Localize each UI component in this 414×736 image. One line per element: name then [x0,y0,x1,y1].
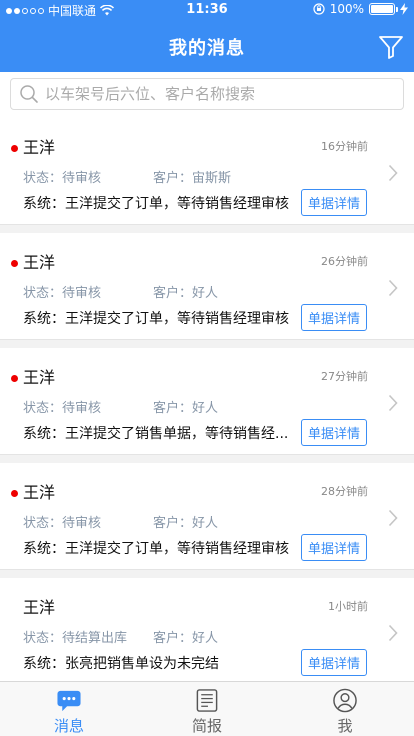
chevron-right-icon [388,164,398,182]
message-system-text: 系统：王洋提交了订单，等待销售经理审核 [23,196,289,212]
unread-dot-icon [11,260,18,267]
orientation-lock-icon [313,3,325,15]
report-icon [196,689,218,712]
tab-label: 简报 [191,717,222,735]
message-time: 28分钟前 [321,485,368,498]
charging-icon [400,3,408,15]
message-customer: 客户：好人 [153,401,219,416]
tab-label: 我 [337,717,353,735]
search-input[interactable] [45,85,385,103]
message-status: 状态：待审核 [23,401,102,416]
order-detail-button[interactable]: 单据详情 [301,189,367,216]
profile-icon [333,688,357,713]
message-customer: 客户：宙斯斯 [153,171,232,186]
search-box[interactable] [10,78,404,110]
chevron-right-icon [388,624,398,642]
message-item[interactable]: 王洋 1小时前 状态：待结算出库 客户：好人 系统：张亮把销售单设为未完结 单据… [0,578,414,681]
tab-bar: 消息 简报 我 [0,681,414,736]
message-system-text: 系统：王洋提交了销售单据，等待销售经... [23,426,289,442]
message-status: 状态：待结算出库 [23,631,128,646]
chevron-right-icon [388,509,398,527]
message-customer: 客户：好人 [153,516,219,531]
unread-dot-icon [11,490,18,497]
message-system-text: 系统：张亮把销售单设为未完结 [23,656,219,672]
message-customer: 客户：好人 [153,631,219,646]
message-status: 状态：待审核 [23,171,102,186]
message-item[interactable]: 王洋 27分钟前 状态：待审核 客户：好人 系统：王洋提交了销售单据，等待销售经… [0,348,414,455]
tab-me[interactable]: 我 [276,682,414,736]
message-system-text: 系统：王洋提交了订单，等待销售经理审核 [23,311,289,327]
order-detail-button[interactable]: 单据详情 [301,534,367,561]
message-item[interactable]: 王洋 16分钟前 状态：待审核 客户：宙斯斯 系统：王洋提交了订单，等待销售经理… [0,118,414,225]
message-status: 状态：待审核 [23,286,102,301]
status-right: 100% [313,2,408,16]
chevron-right-icon [388,394,398,412]
message-item[interactable]: 王洋 26分钟前 状态：待审核 客户：好人 系统：王洋提交了订单，等待销售经理审… [0,233,414,340]
unread-dot-icon [11,375,18,382]
unread-dot-icon [11,145,18,152]
filter-icon [379,36,403,59]
message-sender: 王洋 [23,253,56,272]
search-bar [0,72,414,118]
message-meta: 状态：待审核 客户：好人 [23,512,218,531]
message-sender: 王洋 [23,598,56,617]
page-title: 我的消息 [169,38,245,59]
message-list[interactable]: 王洋 16分钟前 状态：待审核 客户：宙斯斯 系统：王洋提交了订单，等待销售经理… [0,118,414,681]
message-sender: 王洋 [23,138,56,157]
order-detail-button[interactable]: 单据详情 [301,304,367,331]
chevron-right-icon [388,279,398,297]
message-meta: 状态：待审核 客户：好人 [23,397,218,416]
status-bar: 中国联通 11:36 100% [0,0,414,20]
message-time: 26分钟前 [321,255,368,268]
message-meta: 状态：待审核 客户：好人 [23,282,218,301]
message-system-text: 系统：王洋提交了订单，等待销售经理审核 [23,541,289,557]
order-detail-button[interactable]: 单据详情 [301,419,367,446]
nav-bar: 我的消息 [0,20,414,72]
order-detail-button[interactable]: 单据详情 [301,649,367,676]
message-time: 16分钟前 [321,140,368,153]
message-sender: 王洋 [23,368,56,387]
message-meta: 状态：待审核 客户：宙斯斯 [23,167,231,186]
message-status: 状态：待审核 [23,516,102,531]
message-meta: 状态：待结算出库 客户：好人 [23,627,218,646]
message-time: 1小时前 [328,600,368,613]
message-time: 27分钟前 [321,370,368,383]
tab-label: 消息 [53,717,84,735]
message-customer: 客户：好人 [153,286,219,301]
search-icon [20,85,38,103]
message-item[interactable]: 王洋 28分钟前 状态：待审核 客户：好人 系统：王洋提交了订单，等待销售经理审… [0,463,414,570]
battery-icon [369,3,398,15]
tab-report[interactable]: 简报 [138,682,276,736]
message-sender: 王洋 [23,483,56,502]
message-icon [57,690,81,712]
tab-messages[interactable]: 消息 [0,682,138,736]
filter-button[interactable] [378,34,404,60]
battery-percent: 100% [329,2,364,16]
